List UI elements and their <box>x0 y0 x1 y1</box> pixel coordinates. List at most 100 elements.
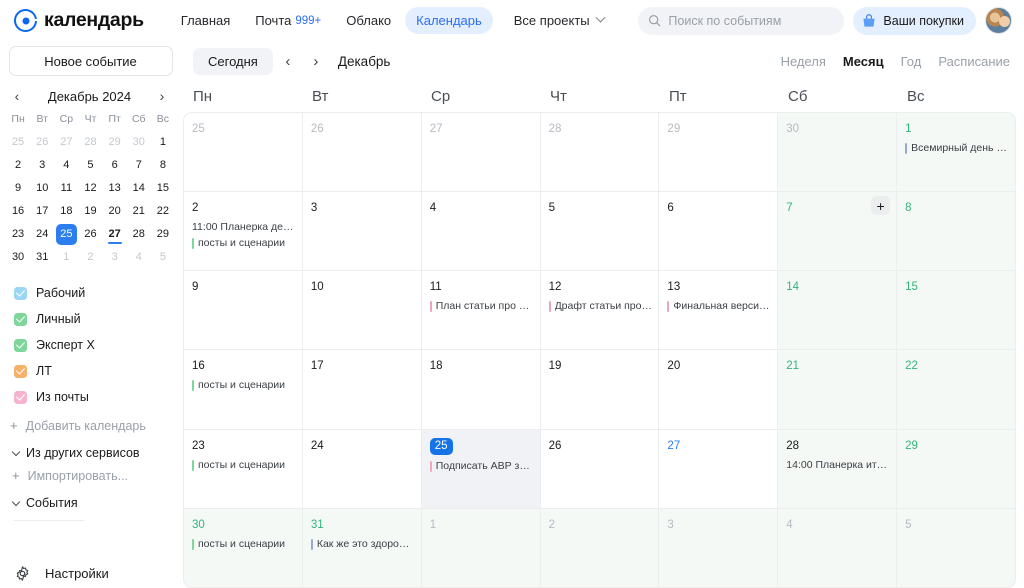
calendar-checkbox[interactable] <box>14 338 27 352</box>
app-logo[interactable]: календарь <box>14 9 144 32</box>
calendar-list-item[interactable]: Личный <box>14 306 181 332</box>
mini-day-cell[interactable]: 19 <box>78 201 102 222</box>
day-cell[interactable]: 2 11:00 Планерка декаб... посты и сценарии <box>184 192 302 271</box>
event-item[interactable]: Всемирный день бо... <box>905 142 1009 155</box>
mini-day-cell[interactable]: 4 <box>127 247 151 268</box>
mini-day-cell[interactable]: 15 <box>151 178 175 199</box>
mini-day-cell[interactable]: 23 <box>6 224 30 245</box>
day-cell[interactable]: 31 Как же это здорово ... <box>302 508 421 587</box>
mini-day-cell[interactable]: 29 <box>151 224 175 245</box>
event-item[interactable]: посты и сценарии <box>192 538 296 551</box>
mini-day-cell[interactable]: 12 <box>78 178 102 199</box>
nav-link-1[interactable]: Главная <box>170 7 241 34</box>
day-cell[interactable]: 19 <box>540 350 659 429</box>
day-cell[interactable]: 23 посты и сценарии <box>184 429 302 508</box>
day-cell[interactable]: 21 <box>778 350 897 429</box>
mini-day-cell[interactable]: 26 <box>78 224 102 245</box>
day-cell[interactable]: 25 Подписать АВР за де... <box>421 429 540 508</box>
mini-day-cell[interactable]: 24 <box>30 224 54 245</box>
view-tab-2[interactable]: Месяц <box>843 54 884 69</box>
mini-day-cell[interactable]: 26 <box>30 132 54 153</box>
mini-day-cell[interactable]: 31 <box>30 247 54 268</box>
mini-day-cell[interactable]: 28 <box>78 132 102 153</box>
calendar-list-item[interactable]: Из почты <box>14 384 181 410</box>
event-item[interactable]: 11:00 Планерка декаб... <box>192 221 296 234</box>
day-cell[interactable]: 17 <box>302 350 421 429</box>
day-cell[interactable]: 6 <box>659 192 778 271</box>
mini-day-cell[interactable]: 7 <box>127 155 151 176</box>
event-item[interactable]: посты и сценарии <box>192 379 296 392</box>
mini-day-cell[interactable]: 22 <box>151 201 175 222</box>
calendar-checkbox[interactable] <box>14 390 27 404</box>
day-cell[interactable]: 28 <box>540 113 659 192</box>
calendar-list-item[interactable]: ЛТ <box>14 358 181 384</box>
mini-day-cell[interactable]: 3 <box>30 155 54 176</box>
day-cell[interactable]: 10 <box>302 271 421 350</box>
prev-month-button[interactable]: ‹ <box>275 48 301 74</box>
mini-day-cell[interactable]: 3 <box>103 247 127 268</box>
mini-day-cell[interactable]: 6 <box>103 155 127 176</box>
mini-day-cell[interactable]: 25 <box>55 224 77 245</box>
event-item[interactable]: Подписать АВР за де... <box>429 460 534 473</box>
day-cell[interactable]: 26 <box>302 113 421 192</box>
add-event-icon[interactable]: + <box>871 196 891 216</box>
section-other-services[interactable]: Из других сервисов <box>0 433 181 460</box>
day-cell[interactable]: 14 <box>778 271 897 350</box>
mini-day-cell[interactable]: 30 <box>127 132 151 153</box>
event-item[interactable]: Как же это здорово ... <box>310 538 415 551</box>
user-avatar[interactable] <box>985 7 1012 34</box>
today-button[interactable]: Сегодня <box>193 47 273 75</box>
day-cell[interactable]: 29 <box>659 113 778 192</box>
calendar-checkbox[interactable] <box>14 312 27 326</box>
mini-day-cell[interactable]: 14 <box>127 178 151 199</box>
day-cell[interactable]: 3 <box>302 192 421 271</box>
mini-day-cell[interactable]: 2 <box>78 247 102 268</box>
day-cell[interactable]: 12 Драфт статьи про ка... <box>540 271 659 350</box>
settings-button[interactable]: Настройки <box>0 565 181 582</box>
day-cell[interactable]: 27 <box>659 429 778 508</box>
day-cell[interactable]: 16 посты и сценарии <box>184 350 302 429</box>
new-event-button[interactable]: Новое событие <box>8 46 173 76</box>
mini-prev-button[interactable]: ‹ <box>10 88 24 104</box>
search-input[interactable]: Поиск по событиям <box>638 6 845 35</box>
day-cell[interactable]: 25 <box>184 113 302 192</box>
projects-selector[interactable]: Все проекты <box>503 7 615 34</box>
day-cell[interactable]: 27 <box>421 113 540 192</box>
mini-day-cell[interactable]: 28 <box>127 224 151 245</box>
day-cell[interactable]: 20 <box>659 350 778 429</box>
nav-link-3[interactable]: Облако <box>335 7 402 34</box>
day-cell[interactable]: 30 посты и сценарии <box>184 508 302 587</box>
mini-day-cell[interactable]: 10 <box>30 178 54 199</box>
calendar-list-item[interactable]: Эксперт X <box>14 332 181 358</box>
day-cell[interactable]: 5 <box>897 508 1015 587</box>
event-item[interactable]: Драфт статьи про ка... <box>548 300 652 313</box>
mini-day-cell[interactable]: 30 <box>6 247 30 268</box>
day-cell[interactable]: 4 <box>778 508 897 587</box>
mini-day-cell[interactable]: 11 <box>54 178 78 199</box>
mini-day-cell[interactable]: 1 <box>54 247 78 268</box>
mini-day-cell[interactable]: 5 <box>78 155 102 176</box>
mini-day-cell[interactable]: 18 <box>54 201 78 222</box>
calendar-checkbox[interactable] <box>14 364 27 378</box>
mini-day-cell[interactable]: 2 <box>6 155 30 176</box>
view-tab-3[interactable]: Год <box>901 54 922 69</box>
day-cell[interactable]: 30 <box>778 113 897 192</box>
mini-day-cell[interactable]: 9 <box>6 178 30 199</box>
mini-day-cell[interactable]: 8 <box>151 155 175 176</box>
day-cell[interactable]: 15 <box>897 271 1015 350</box>
mini-day-cell[interactable]: 1 <box>151 132 175 153</box>
day-cell[interactable]: 9 <box>184 271 302 350</box>
event-item[interactable]: посты и сценарии <box>192 459 296 472</box>
day-cell[interactable]: 4 <box>421 192 540 271</box>
import-button[interactable]: + Импортировать... <box>0 460 181 483</box>
day-cell[interactable]: 22 <box>897 350 1015 429</box>
section-events[interactable]: События <box>0 483 181 510</box>
day-cell[interactable]: 28 14:00 Планерка итог... <box>778 429 897 508</box>
day-cell[interactable]: 7 + <box>778 192 897 271</box>
day-cell[interactable]: 1 Всемирный день бо... <box>897 113 1015 192</box>
day-cell[interactable]: 29 <box>897 429 1015 508</box>
view-tab-4[interactable]: Расписание <box>938 54 1010 69</box>
calendar-checkbox[interactable] <box>14 286 27 300</box>
mini-day-cell[interactable]: 17 <box>30 201 54 222</box>
day-cell[interactable]: 5 <box>540 192 659 271</box>
